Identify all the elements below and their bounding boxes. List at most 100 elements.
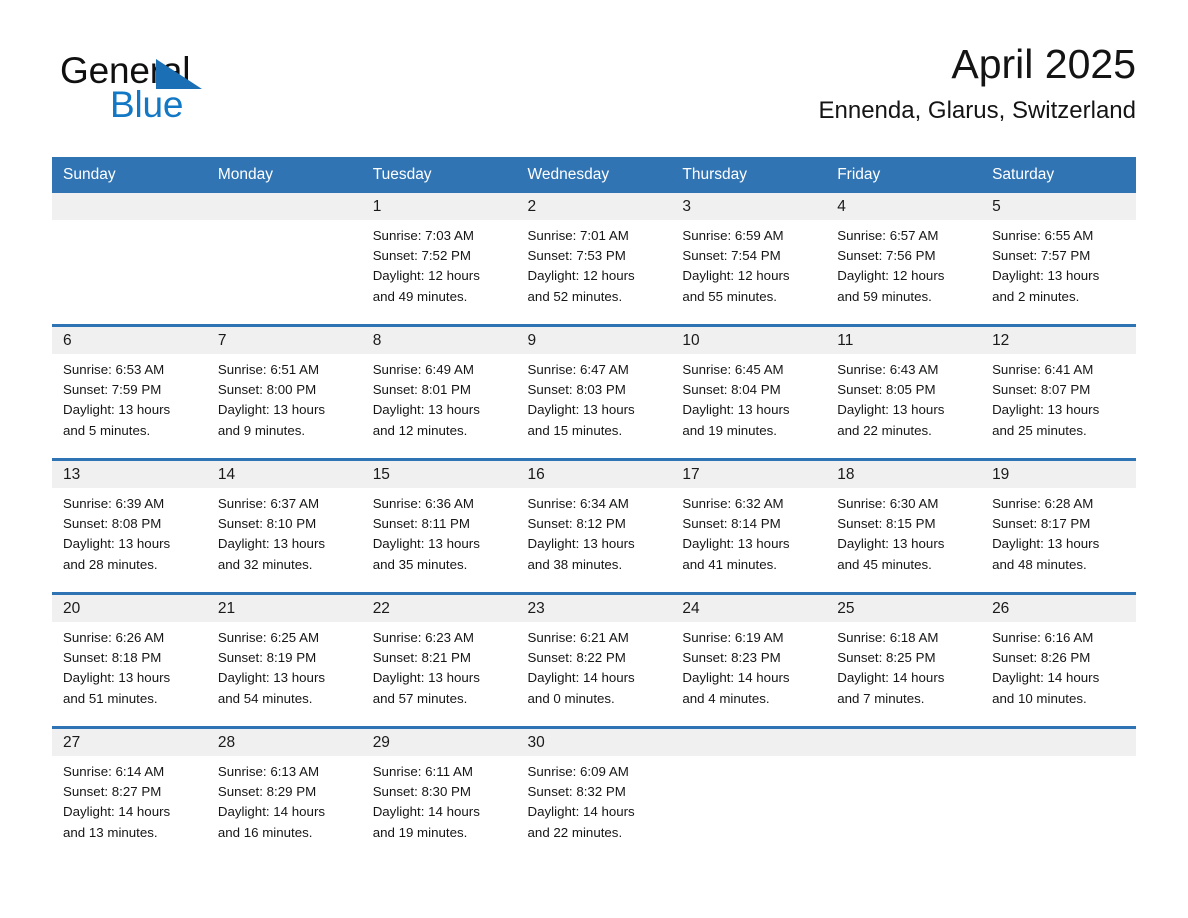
weekday-header-tuesday: Tuesday	[372, 166, 432, 183]
calendar-week-row: 27 Sunrise: 6:14 AM Sunset: 8:27 PM Dayligh…	[52, 726, 1136, 860]
page-title: April 2025	[951, 41, 1136, 87]
daylight-duration-line1: Daylight: 13 hours	[372, 670, 480, 686]
sunset-time: Sunset: 8:01 PM	[372, 382, 471, 398]
day-number: 21	[217, 600, 236, 617]
calendar-day-cell[interactable]: 11 Sunrise: 6:43 AM Sunset: 8:05 PM Dayligh…	[826, 327, 982, 458]
sunset-time: Sunset: 8:00 PM	[217, 382, 317, 398]
calendar-day-cell[interactable]: 17 Sunrise: 6:32 AM Sunset: 8:14 PM Dayligh…	[671, 461, 827, 592]
day-number: 14	[217, 466, 236, 483]
daylight-duration-line2: and 32 minutes.	[217, 556, 313, 572]
calendar-day-cell[interactable]: 14 Sunrise: 6:37 AM Sunset: 8:10 PM Dayligh…	[206, 461, 362, 592]
day-number: 9	[527, 332, 537, 349]
day-number-band: 7	[206, 327, 362, 354]
day-number: 16	[527, 466, 545, 483]
calendar-day-cell[interactable]: 27 Sunrise: 6:14 AM Sunset: 8:27 PM Dayligh…	[52, 729, 207, 860]
day-details: Sunrise: 6:36 AM Sunset: 8:11 PM Daylight:…	[362, 488, 517, 575]
daylight-duration-line1: Daylight: 14 hours	[682, 670, 790, 686]
sunset-time: Sunset: 8:07 PM	[992, 382, 1091, 398]
calendar-day-cell[interactable]: 2 Sunrise: 7:01 AM Sunset: 7:53 PM Daylight…	[516, 193, 672, 324]
calendar-day-cell[interactable]: 19 Sunrise: 6:28 AM Sunset: 8:17 PM Dayligh…	[981, 461, 1136, 592]
daylight-duration-line1: Daylight: 14 hours	[992, 670, 1100, 686]
daylight-duration-line1: Daylight: 13 hours	[63, 402, 171, 418]
day-details: Sunrise: 6:39 AM Sunset: 8:08 PM Daylight:…	[52, 488, 207, 575]
daylight-duration-line2: and 22 minutes.	[837, 422, 932, 438]
sunset-time: Sunset: 8:15 PM	[837, 516, 936, 532]
day-number: 30	[527, 734, 545, 751]
daylight-duration-line2: and 59 minutes.	[837, 288, 932, 304]
sunset-time: Sunset: 8:05 PM	[837, 382, 936, 398]
daylight-duration-line1: Daylight: 13 hours	[837, 536, 945, 552]
day-number-band: 12	[981, 327, 1136, 354]
daylight-duration-line2: and 22 minutes.	[527, 824, 623, 840]
day-number-band: 15	[361, 461, 517, 488]
calendar-day-cell[interactable]: 20 Sunrise: 6:26 AM Sunset: 8:18 PM Dayligh…	[52, 595, 207, 726]
day-number: 8	[372, 332, 382, 349]
sunrise-time: Sunrise: 7:01 AM	[527, 228, 629, 243]
calendar-day-cell[interactable]: 13 Sunrise: 6:39 AM Sunset: 8:08 PM Dayligh…	[52, 461, 207, 592]
calendar-day-cell[interactable]: 8 Sunrise: 6:49 AM Sunset: 8:01 PM Daylight…	[361, 327, 517, 458]
calendar-day-cell[interactable]: 29 Sunrise: 6:11 AM Sunset: 8:30 PM Dayligh…	[361, 729, 517, 860]
day-number-band: 18	[826, 461, 982, 488]
day-details: Sunrise: 6:30 AM Sunset: 8:15 PM Daylight:…	[826, 488, 981, 575]
sunrise-time: Sunrise: 6:49 AM	[372, 362, 474, 377]
daylight-duration-line2: and 45 minutes.	[837, 556, 932, 572]
day-number-band	[671, 729, 827, 756]
daylight-duration-line2: and 35 minutes.	[372, 556, 468, 572]
calendar-day-cell[interactable]: 18 Sunrise: 6:30 AM Sunset: 8:15 PM Dayligh…	[826, 461, 982, 592]
calendar-day-cell[interactable]: 23 Sunrise: 6:21 AM Sunset: 8:22 PM Dayligh…	[516, 595, 672, 726]
sunrise-time: Sunrise: 6:28 AM	[992, 496, 1094, 511]
day-number: 18	[837, 466, 855, 483]
calendar-day-cell[interactable]: 16 Sunrise: 6:34 AM Sunset: 8:12 PM Dayligh…	[516, 461, 672, 592]
calendar-day-cell[interactable]: 10 Sunrise: 6:45 AM Sunset: 8:04 PM Dayligh…	[671, 327, 827, 458]
calendar-day-cell[interactable]: 4 Sunrise: 6:57 AM Sunset: 7:56 PM Daylight…	[826, 193, 982, 324]
sunset-time: Sunset: 8:08 PM	[63, 516, 162, 532]
day-number: 27	[63, 734, 81, 751]
daylight-duration-line2: and 13 minutes.	[63, 824, 158, 840]
weekday-header-sunday: Sunday	[63, 166, 116, 183]
sunrise-time: Sunrise: 6:23 AM	[372, 630, 474, 645]
calendar-day-cell[interactable]: 22 Sunrise: 6:23 AM Sunset: 8:21 PM Dayligh…	[361, 595, 517, 726]
calendar-day-cell[interactable]: 5 Sunrise: 6:55 AM Sunset: 7:57 PM Daylight…	[981, 193, 1136, 324]
day-number-band: 17	[671, 461, 827, 488]
daylight-duration-line1: Daylight: 13 hours	[837, 402, 945, 418]
daylight-duration-line2: and 5 minutes.	[63, 422, 151, 438]
calendar-day-cell[interactable]: 1 Sunrise: 7:03 AM Sunset: 7:52 PM Daylight…	[361, 193, 517, 324]
daylight-duration-line1: Daylight: 13 hours	[992, 536, 1100, 552]
calendar-day-cell[interactable]: 3 Sunrise: 6:59 AM Sunset: 7:54 PM Daylight…	[671, 193, 827, 324]
day-details: Sunrise: 6:16 AM Sunset: 8:26 PM Daylight:…	[981, 622, 1136, 709]
sunset-time: Sunset: 8:29 PM	[217, 784, 317, 800]
daylight-duration-line1: Daylight: 13 hours	[217, 536, 326, 552]
calendar-day-cell[interactable]: 9 Sunrise: 6:47 AM Sunset: 8:03 PM Daylight…	[516, 327, 672, 458]
calendar-day-cell[interactable]: 7 Sunrise: 6:51 AM Sunset: 8:00 PM Daylight…	[206, 327, 362, 458]
day-details: Sunrise: 6:57 AM Sunset: 7:56 PM Daylight:…	[826, 220, 981, 307]
daylight-duration-line1: Daylight: 13 hours	[372, 536, 480, 552]
calendar-day-cell[interactable]: 28 Sunrise: 6:13 AM Sunset: 8:29 PM Dayligh…	[206, 729, 362, 860]
calendar-day-cell[interactable]: 15 Sunrise: 6:36 AM Sunset: 8:11 PM Dayligh…	[361, 461, 517, 592]
daylight-duration-line2: and 25 minutes.	[992, 422, 1087, 438]
day-number: 7	[217, 332, 227, 349]
calendar-day-cell[interactable]: 24 Sunrise: 6:19 AM Sunset: 8:23 PM Dayligh…	[671, 595, 827, 726]
day-number-band: 24	[671, 595, 827, 622]
calendar-week-row: 1 Sunrise: 7:03 AM Sunset: 7:52 PM Daylight…	[52, 193, 1136, 324]
calendar-day-cell[interactable]: 12 Sunrise: 6:41 AM Sunset: 8:07 PM Dayligh…	[981, 327, 1136, 458]
day-number-band: 27	[52, 729, 207, 756]
daylight-duration-line1: Daylight: 13 hours	[527, 402, 635, 418]
day-details	[981, 756, 1136, 762]
calendar-week-row: 6 Sunrise: 6:53 AM Sunset: 7:59 PM Daylight…	[52, 324, 1136, 458]
sunrise-time: Sunrise: 6:32 AM	[682, 496, 784, 511]
sunrise-time: Sunrise: 6:47 AM	[527, 362, 629, 377]
sunrise-time: Sunrise: 6:51 AM	[217, 362, 320, 377]
daylight-duration-line2: and 49 minutes.	[372, 288, 468, 304]
daylight-duration-line2: and 41 minutes.	[682, 556, 777, 572]
day-number-band: 22	[361, 595, 517, 622]
calendar-day-cell[interactable]: 25 Sunrise: 6:18 AM Sunset: 8:25 PM Dayligh…	[826, 595, 982, 726]
calendar-day-cell[interactable]: 30 Sunrise: 6:09 AM Sunset: 8:32 PM Dayligh…	[516, 729, 672, 860]
daylight-duration-line2: and 4 minutes.	[682, 690, 770, 706]
calendar-day-cell[interactable]: 21 Sunrise: 6:25 AM Sunset: 8:19 PM Dayligh…	[206, 595, 362, 726]
calendar-day-cell[interactable]: 26 Sunrise: 6:16 AM Sunset: 8:26 PM Dayligh…	[981, 595, 1136, 726]
day-number: 4	[837, 198, 846, 215]
day-details: Sunrise: 6:32 AM Sunset: 8:14 PM Daylight:…	[671, 488, 826, 575]
weekday-header-wednesday: Wednesday	[527, 166, 610, 183]
calendar-day-cell[interactable]: 6 Sunrise: 6:53 AM Sunset: 7:59 PM Daylight…	[52, 327, 207, 458]
day-number-band: 14	[206, 461, 362, 488]
